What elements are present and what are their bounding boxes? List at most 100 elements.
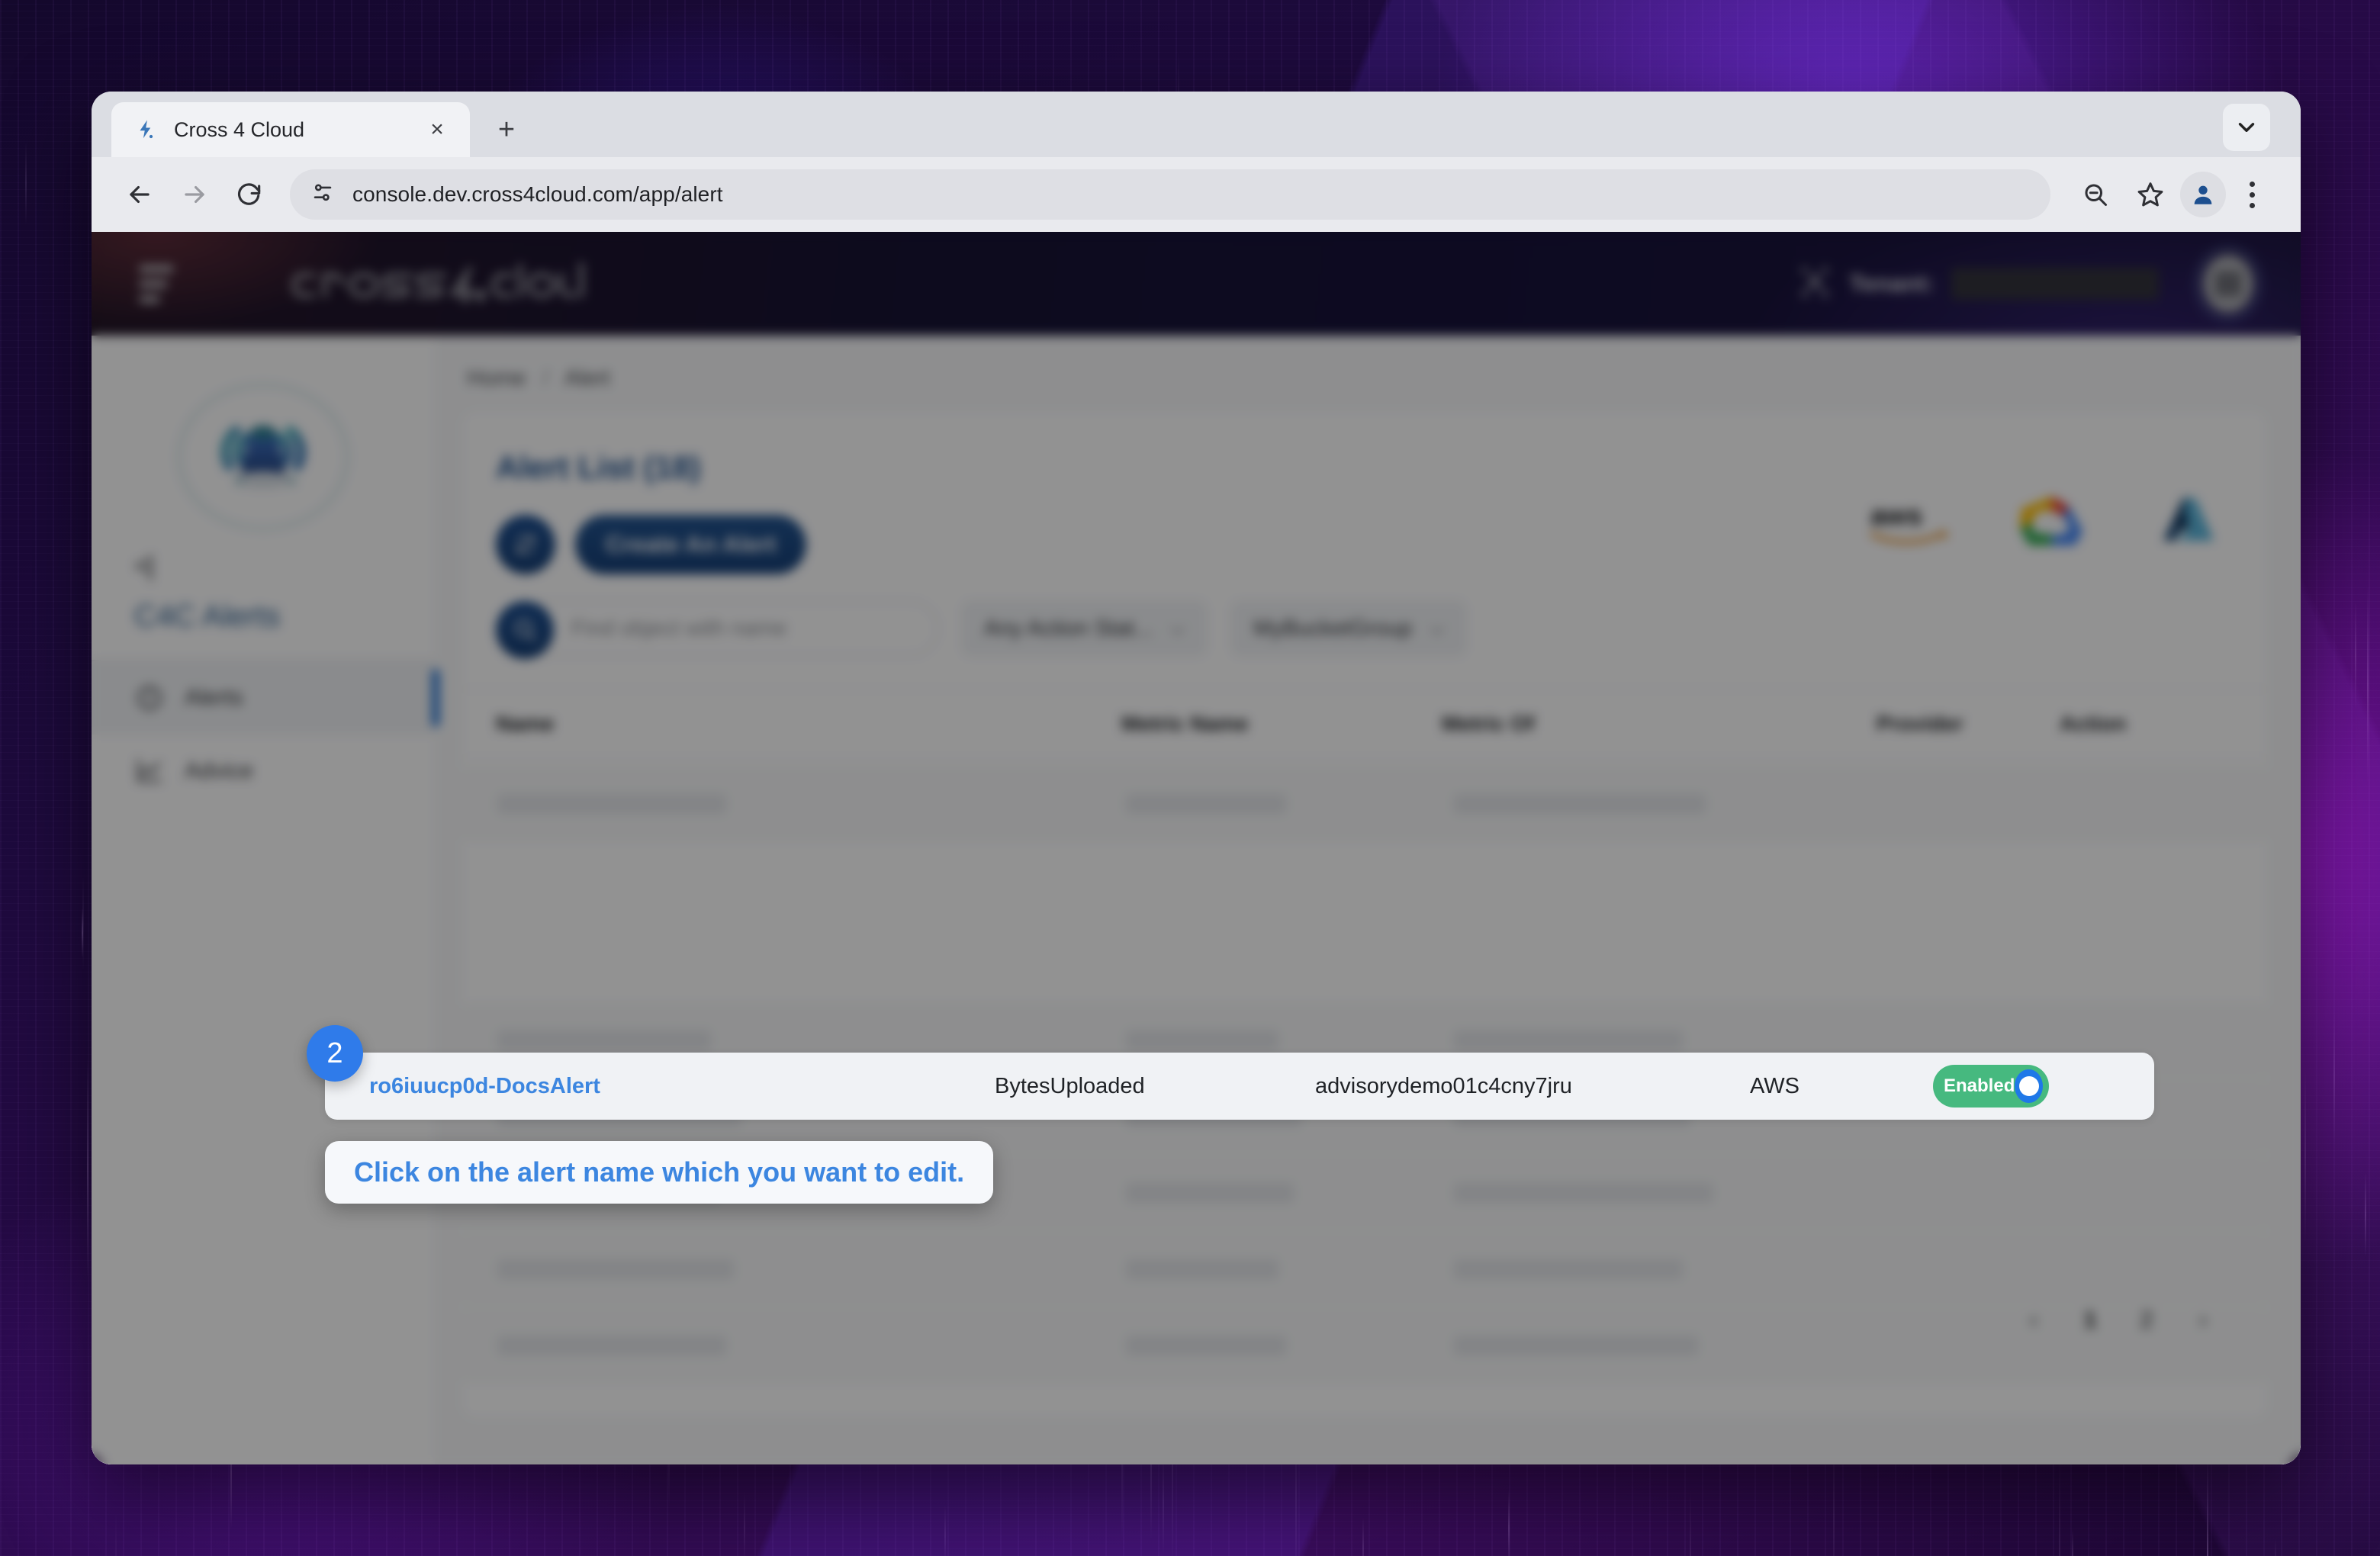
search-input[interactable]: Find object with name (523, 601, 938, 656)
breadcrumb-home[interactable]: Home (467, 366, 526, 391)
tenant-label: Tenant: (1849, 270, 1935, 297)
tutorial-step-badge: 2 (307, 1025, 363, 1082)
pagination-page-2[interactable]: 2 (2122, 1296, 2171, 1345)
alert-action-cell: Enabled (1933, 1065, 2154, 1108)
create-alert-button[interactable]: Create An Alert (575, 515, 807, 574)
tutorial-callout: Click on the alert name which you want t… (325, 1141, 994, 1204)
forward-arrow-icon[interactable] (169, 169, 220, 220)
tune-icon[interactable] (310, 180, 336, 210)
svg-text:aws: aws (1870, 500, 1922, 531)
sidebar-title: C4C Alerts (134, 600, 281, 633)
star-icon[interactable] (2125, 169, 2176, 220)
filter-label: MyBucketGroup (1253, 616, 1412, 641)
cross4cloud-logo-icon (133, 117, 159, 143)
new-tab-button[interactable]: + (482, 105, 531, 154)
wallpaper-streak (24, 142, 27, 226)
close-icon[interactable]: × (421, 114, 453, 146)
toggle-knob (2015, 1069, 2043, 1103)
chevron-down-icon: ⌵ (1430, 618, 1445, 638)
wallpaper-streak (2072, 1529, 2074, 1556)
wallpaper-streak (87, 1058, 89, 1278)
browser-window: Cross 4 Cloud × + console.dev.cross4clou… (92, 92, 2301, 1464)
wallpaper-streak (1690, 1489, 1692, 1556)
wallpaper-streak (2207, 1451, 2209, 1556)
column-header-name: Name (496, 712, 555, 735)
pagination-next[interactable]: › (2179, 1296, 2227, 1345)
wallpaper-streak (1362, 1517, 1364, 1556)
pagination-page-1[interactable]: 1 (2066, 1296, 2115, 1345)
breadcrumb-current: Alert (564, 366, 610, 391)
column-header-metric-name: Metric Name (1121, 712, 1249, 735)
toolbar-actions (2070, 169, 2273, 220)
search-field[interactable]: Find object with name (496, 601, 938, 659)
wallpaper-streak (2367, 586, 2369, 783)
alert-list-card: Alert List (18) Create An Alert Find obj… (462, 411, 2267, 1418)
tenant-user-icon (1797, 265, 1832, 304)
search-placeholder: Find object with name (571, 616, 787, 641)
azure-logo (2153, 493, 2218, 555)
app-header: Tenant: (92, 232, 2301, 336)
kebab-menu-icon[interactable] (2230, 181, 2273, 208)
profile-avatar-icon[interactable] (2180, 172, 2226, 217)
user-avatar-icon[interactable] (2195, 247, 2261, 320)
alert-name-link[interactable]: ro6iuucp0d-DocsAlert (369, 1074, 995, 1099)
wallpaper-streak (2059, 1455, 2061, 1556)
tenant-selector[interactable]: Tenant: (1797, 265, 2159, 304)
wallpaper-streak (82, 908, 84, 957)
google-cloud-logo (2015, 492, 2089, 557)
filter-bucket-group[interactable]: MyBucketGroup ⌵ (1230, 600, 1468, 657)
sidebar-item-label: Advice (185, 758, 254, 783)
status-badge: Enabled (1944, 1075, 2015, 1096)
wallpaper-streak (1163, 1449, 1165, 1556)
filter-action-status[interactable]: Any Action Stat... ⌵ (961, 600, 1208, 657)
app-brand-logo (282, 259, 587, 309)
highlighted-alert-row[interactable]: ro6iuucp0d-DocsAlert BytesUploaded advis… (325, 1053, 2154, 1120)
wallpaper-streak (1507, 1490, 1510, 1556)
column-header-provider: Provider (1877, 712, 1963, 735)
sidebar-item-advice[interactable]: Advice (92, 735, 435, 808)
chevron-down-icon: ⌵ (1170, 618, 1185, 638)
wallpaper-streak (82, 876, 85, 971)
sidebar-collapse-button[interactable]: <| (134, 552, 435, 580)
sidebar-logo-wrap (92, 336, 435, 529)
breadcrumb-separator: / (542, 366, 549, 391)
hamburger-menu-icon[interactable] (139, 265, 174, 303)
column-header-action: Action (2060, 712, 2127, 735)
wallpaper-streak (2365, 1172, 2367, 1257)
zoom-out-icon[interactable] (2070, 169, 2121, 220)
status-toggle[interactable]: Enabled (1933, 1065, 2049, 1108)
table-row[interactable] (462, 1232, 2267, 1307)
column-header-metric-of: Metric Of (1442, 712, 1535, 735)
sidebar-item-alerts[interactable]: Alerts (92, 661, 439, 735)
back-arrow-icon[interactable] (114, 169, 165, 220)
wallpaper-streak (2275, 1538, 2277, 1556)
wallpaper-streak (2304, 1067, 2306, 1243)
search-icon[interactable] (496, 601, 554, 659)
wallpaper-streak (2354, 600, 2356, 710)
pagination: ‹ 1 2 › (2009, 1296, 2227, 1345)
main-content: Home / Alert Alert List (18) Create An A… (435, 336, 2301, 1464)
page-title: Alert List (18) (496, 449, 701, 485)
browser-toolbar: console.dev.cross4cloud.com/app/alert (92, 157, 2301, 232)
page-viewport: Tenant: <| C4C Alerts Alerts Advice Home… (92, 232, 2301, 1464)
table-row[interactable] (462, 767, 2267, 841)
wallpaper-streak (744, 1490, 746, 1556)
wallpaper-streak (2333, 1011, 2335, 1143)
address-bar-url: console.dev.cross4cloud.com/app/alert (352, 182, 723, 206)
address-bar[interactable]: console.dev.cross4cloud.com/app/alert (290, 169, 2050, 220)
alert-metric-name: BytesUploaded (995, 1073, 1145, 1098)
sidebar-item-label: Alerts (185, 685, 243, 710)
pagination-prev[interactable]: ‹ (2009, 1296, 2058, 1345)
filter-label: Any Action Stat... (984, 616, 1153, 641)
aws-logo: aws (1867, 497, 1951, 551)
browser-tab-strip: Cross 4 Cloud × + (92, 92, 2301, 157)
sidebar: <| C4C Alerts Alerts Advice (92, 336, 439, 1464)
chevron-down-icon[interactable] (2223, 104, 2270, 151)
browser-tab[interactable]: Cross 4 Cloud × (111, 102, 470, 157)
reload-icon[interactable] (224, 169, 275, 220)
browser-tab-title: Cross 4 Cloud (174, 117, 305, 141)
table-row[interactable] (462, 1308, 2267, 1383)
alert-metric-of: advisorydemo01c4cny7jru (1315, 1073, 1572, 1098)
refresh-icon[interactable] (496, 515, 555, 574)
breadcrumb: Home / Alert (462, 336, 2267, 391)
